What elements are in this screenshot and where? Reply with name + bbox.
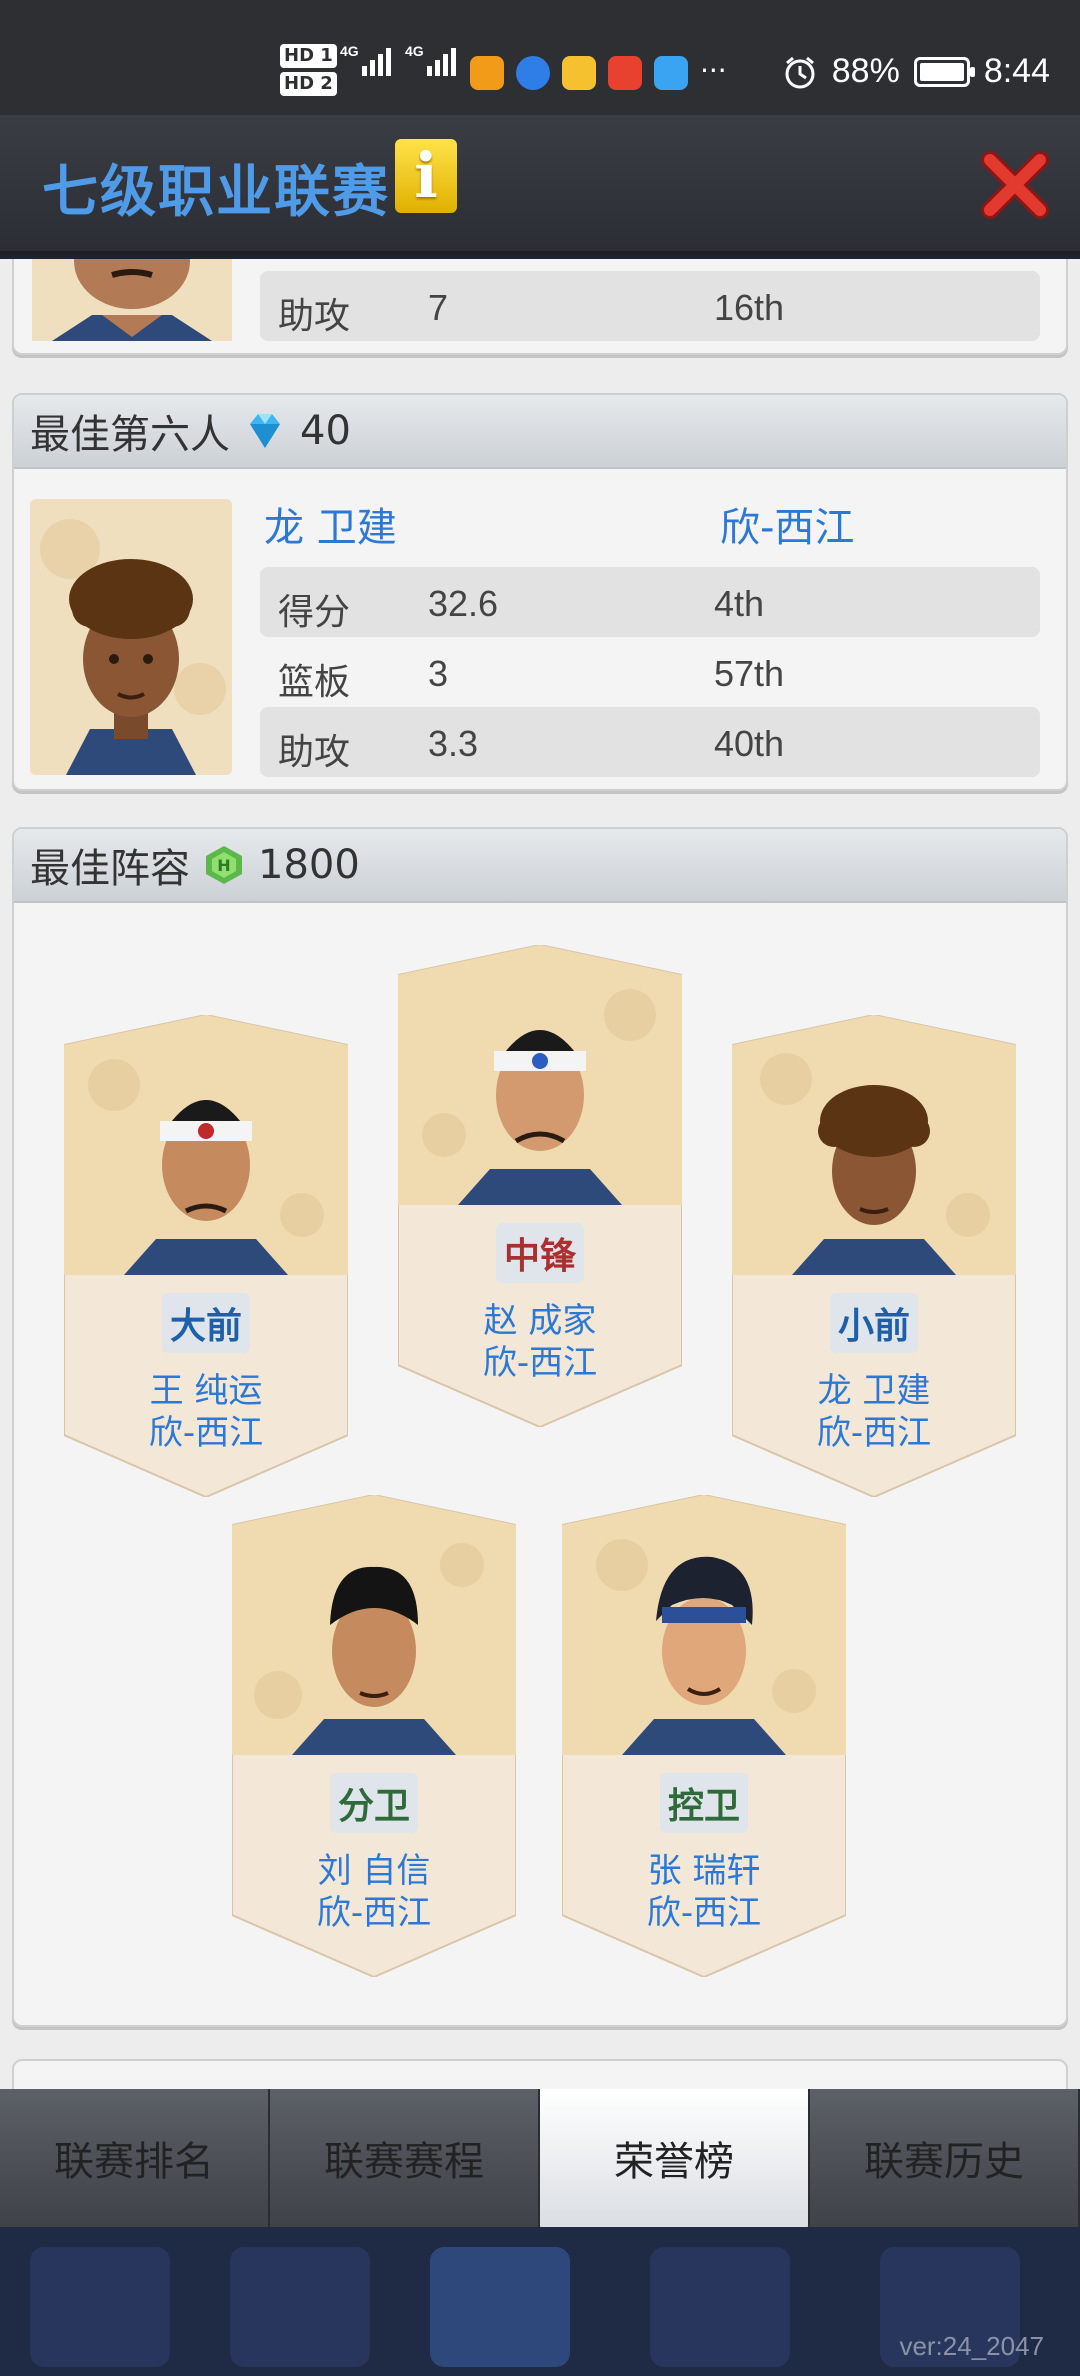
background-game-nav: ver:24_2047 <box>0 2227 1080 2376</box>
card-title: 最佳第六人 <box>30 412 230 458</box>
next-card-edge <box>12 2059 1068 2089</box>
team-name: 欣-西江 <box>148 1413 264 1453</box>
taobao-app-icon <box>608 56 642 90</box>
nav-ghost-icon <box>230 2247 370 2367</box>
position-badge: 中锋 <box>495 1223 585 1283</box>
close-button[interactable] <box>980 150 1050 220</box>
stat-row-assists: 助攻 3.3 40th <box>260 707 1040 777</box>
team-name: 欣-西江 <box>316 1893 432 1933</box>
close-icon <box>981 151 1049 219</box>
lineup-player-small-forward[interactable]: 小前 龙 卫建 欣-西江 <box>732 1015 1016 1497</box>
video-app-icon <box>470 56 504 90</box>
honor-board-panel[interactable]: 助攻 7 16th 最佳第六人 40 龙 卫建 欣-西江 得分 32.6 4th… <box>0 259 1080 2089</box>
hexagon-token-icon: H <box>206 846 242 884</box>
team-name: 欣-西江 <box>816 1413 932 1453</box>
card-header: 最佳第六人 40 <box>14 395 1066 469</box>
version-label: ver:24_2047 <box>899 2331 1044 2361</box>
player-name[interactable]: 龙 卫建 <box>264 495 397 553</box>
more-notifications: ··· <box>700 54 727 87</box>
position-badge: 控卫 <box>659 1773 749 1833</box>
nav-ghost-icon <box>30 2247 170 2367</box>
stat-row-points: 得分 32.6 4th <box>260 567 1040 637</box>
title-bar: 七级职业联赛 i <box>0 115 1080 255</box>
position-badge: 小前 <box>829 1293 919 1353</box>
best-lineup-card: 最佳阵容 H 1800 大前 王 纯运 欣-西江 中锋 赵 成家 欣-西江 小前… <box>12 827 1068 2027</box>
svg-text:4G: 4G <box>405 43 424 59</box>
tab-league-schedule[interactable]: 联赛赛程 <box>270 2089 540 2227</box>
notification-icons: ··· <box>470 56 727 90</box>
team-name: 欣-西江 <box>482 1343 598 1383</box>
lineup-player-power-forward[interactable]: 大前 王 纯运 欣-西江 <box>64 1015 348 1497</box>
lineup-player-center[interactable]: 中锋 赵 成家 欣-西江 <box>398 945 682 1427</box>
nav-ghost-icon <box>650 2247 790 2367</box>
weibo-app-icon <box>562 56 596 90</box>
alarm-icon <box>785 56 815 88</box>
sixth-man-card: 最佳第六人 40 龙 卫建 欣-西江 得分 32.6 4th 篮板 3 57th… <box>12 393 1068 791</box>
position-badge: 分卫 <box>329 1773 419 1833</box>
browser-app-icon <box>516 56 550 90</box>
card-header: 最佳阵容 H 1800 <box>14 829 1066 903</box>
team-name[interactable]: 欣-西江 <box>720 495 854 553</box>
position-badge: 大前 <box>161 1293 251 1353</box>
hd-indicator: HD 1 HD 2 <box>280 44 337 100</box>
prev-award-card: 助攻 7 16th <box>12 259 1068 355</box>
svg-text:4G: 4G <box>340 43 359 59</box>
info-button[interactable]: i <box>395 139 457 213</box>
clock: 8:44 <box>983 52 1050 90</box>
tab-league-history[interactable]: 联赛历史 <box>810 2089 1080 2227</box>
player-portrait <box>30 499 232 775</box>
page-title: 七级职业联赛 <box>42 160 390 225</box>
status-bar: HD 1 HD 2 4G 4G ··· 88% 8:44 <box>0 0 1080 115</box>
signal-1-icon: 4G <box>340 42 400 89</box>
battery-percent: 88% <box>831 52 900 90</box>
stat-row: 助攻 7 16th <box>260 271 1040 341</box>
reward-amount: 40 <box>300 408 351 454</box>
svg-text:H: H <box>217 856 230 875</box>
player-portrait <box>32 259 232 341</box>
lineup-player-shooting-guard[interactable]: 分卫 刘 自信 欣-西江 <box>232 1495 516 1977</box>
stat-row-rebounds: 篮板 3 57th <box>278 653 785 703</box>
diamond-icon <box>250 414 280 448</box>
chat-app-icon <box>654 56 688 90</box>
tab-league-ranking[interactable]: 联赛排名 <box>0 2089 270 2227</box>
signal-2-icon: 4G <box>405 42 465 89</box>
reward-amount: 1800 <box>258 842 360 888</box>
battery-icon <box>913 56 975 87</box>
tab-honor-board[interactable]: 荣誉榜 <box>540 2089 810 2233</box>
team-name: 欣-西江 <box>646 1893 762 1933</box>
nav-ghost-icon <box>430 2247 570 2367</box>
lineup-player-point-guard[interactable]: 控卫 张 瑞轩 欣-西江 <box>562 1495 846 1977</box>
card-title: 最佳阵容 <box>30 846 190 892</box>
bottom-tab-bar: 联赛排名 联赛赛程 荣誉榜 联赛历史 <box>0 2089 1080 2233</box>
